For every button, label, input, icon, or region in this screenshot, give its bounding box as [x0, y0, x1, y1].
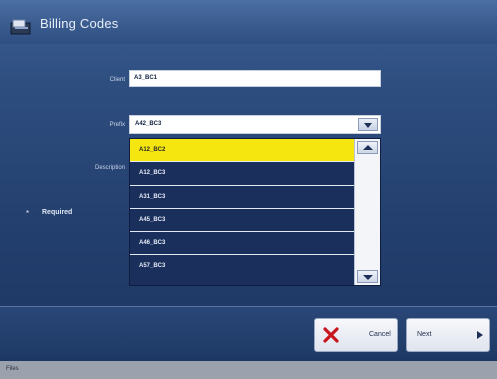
dropdown-scrollbar[interactable]	[354, 139, 380, 285]
prefix-dropdown-button[interactable]	[358, 118, 378, 131]
window-title: Billing Codes	[40, 16, 119, 31]
required-star: *	[26, 209, 30, 218]
title-bar: Billing Codes	[0, 0, 497, 44]
description-label: Description	[94, 165, 125, 171]
prefix-label: Prefix	[109, 122, 125, 128]
prefix-value: A42_BC3	[135, 121, 162, 127]
required-text: Required	[42, 209, 73, 216]
scroll-up-button[interactable]	[357, 141, 378, 154]
status-text: Files	[6, 366, 19, 372]
cancel-button[interactable]: Cancel	[314, 318, 398, 352]
scroll-down-button[interactable]	[357, 270, 378, 283]
prefix-combobox[interactable]: A42_BC3	[129, 115, 381, 134]
list-item[interactable]: A45_BC3	[130, 208, 354, 233]
chevron-up-icon	[363, 145, 373, 150]
client-field[interactable]: A3_BC1	[129, 70, 381, 87]
close-icon	[323, 327, 339, 343]
next-button[interactable]: Next	[406, 318, 490, 352]
status-bar: Files	[0, 361, 497, 379]
list-item[interactable]: A12_BC3	[130, 162, 354, 186]
cancel-label: Cancel	[369, 331, 391, 338]
billing-codes-window: Billing Codes Client A3_BC1 Prefix A42_B…	[0, 0, 497, 379]
dropdown-items: A12_BC2 A12_BC3 A31_BC3 A45_BC3 A46_BC3 …	[130, 139, 354, 279]
list-item[interactable]: A31_BC3	[130, 185, 354, 209]
list-item[interactable]: A46_BC3	[130, 232, 354, 256]
chevron-down-icon	[364, 123, 372, 128]
next-label: Next	[417, 331, 432, 338]
list-item[interactable]: A12_BC2	[130, 139, 354, 163]
list-item[interactable]: A57_BC3	[130, 255, 354, 279]
chevron-down-icon	[363, 275, 373, 280]
arrow-right-icon	[477, 331, 483, 339]
prefix-dropdown-list: A12_BC2 A12_BC3 A31_BC3 A45_BC3 A46_BC3 …	[129, 138, 381, 286]
billing-icon	[10, 19, 31, 35]
client-label: Client	[109, 77, 125, 83]
